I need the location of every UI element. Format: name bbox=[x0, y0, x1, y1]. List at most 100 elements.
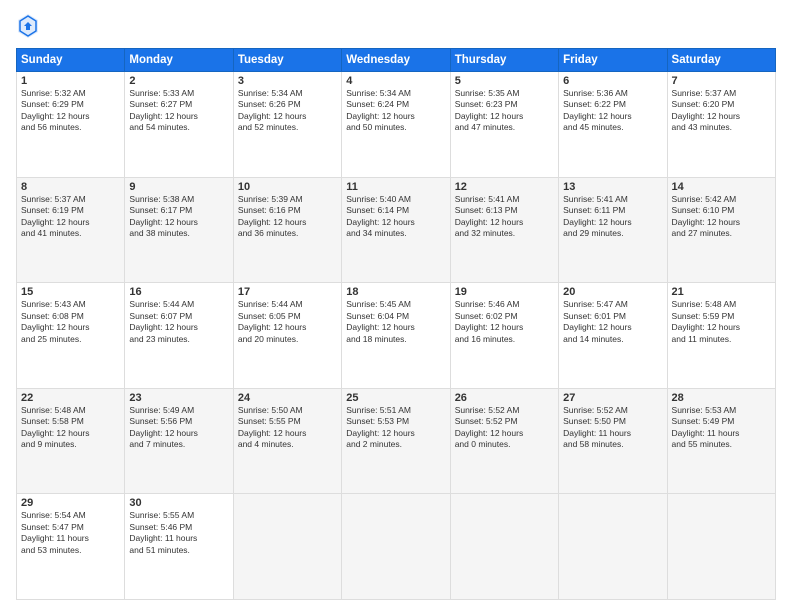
weekday-sunday: Sunday bbox=[17, 49, 125, 72]
logo bbox=[16, 12, 44, 40]
day-number: 7 bbox=[672, 75, 771, 87]
day-number: 23 bbox=[129, 392, 228, 404]
cell-text: Sunrise: 5:46 AMSunset: 6:02 PMDaylight:… bbox=[455, 299, 554, 345]
weekday-monday: Monday bbox=[125, 49, 233, 72]
calendar-cell: 21Sunrise: 5:48 AMSunset: 5:59 PMDayligh… bbox=[667, 283, 775, 389]
weekday-friday: Friday bbox=[559, 49, 667, 72]
calendar-cell: 22Sunrise: 5:48 AMSunset: 5:58 PMDayligh… bbox=[17, 388, 125, 494]
day-number: 27 bbox=[563, 392, 662, 404]
calendar-cell: 25Sunrise: 5:51 AMSunset: 5:53 PMDayligh… bbox=[342, 388, 450, 494]
calendar-cell: 24Sunrise: 5:50 AMSunset: 5:55 PMDayligh… bbox=[233, 388, 341, 494]
cell-text: Sunrise: 5:45 AMSunset: 6:04 PMDaylight:… bbox=[346, 299, 445, 345]
weekday-wednesday: Wednesday bbox=[342, 49, 450, 72]
cell-text: Sunrise: 5:33 AMSunset: 6:27 PMDaylight:… bbox=[129, 88, 228, 134]
day-number: 21 bbox=[672, 286, 771, 298]
day-number: 29 bbox=[21, 497, 120, 509]
day-number: 26 bbox=[455, 392, 554, 404]
cell-text: Sunrise: 5:39 AMSunset: 6:16 PMDaylight:… bbox=[238, 194, 337, 240]
day-number: 17 bbox=[238, 286, 337, 298]
calendar-cell: 18Sunrise: 5:45 AMSunset: 6:04 PMDayligh… bbox=[342, 283, 450, 389]
header bbox=[16, 12, 776, 40]
day-number: 2 bbox=[129, 75, 228, 87]
cell-text: Sunrise: 5:38 AMSunset: 6:17 PMDaylight:… bbox=[129, 194, 228, 240]
day-number: 9 bbox=[129, 181, 228, 193]
calendar-cell: 13Sunrise: 5:41 AMSunset: 6:11 PMDayligh… bbox=[559, 177, 667, 283]
cell-text: Sunrise: 5:53 AMSunset: 5:49 PMDaylight:… bbox=[672, 405, 771, 451]
day-number: 6 bbox=[563, 75, 662, 87]
day-number: 1 bbox=[21, 75, 120, 87]
day-number: 4 bbox=[346, 75, 445, 87]
calendar-table: SundayMondayTuesdayWednesdayThursdayFrid… bbox=[16, 48, 776, 600]
weekday-saturday: Saturday bbox=[667, 49, 775, 72]
calendar-cell: 4Sunrise: 5:34 AMSunset: 6:24 PMDaylight… bbox=[342, 72, 450, 178]
calendar-cell bbox=[667, 494, 775, 600]
calendar-cell: 20Sunrise: 5:47 AMSunset: 6:01 PMDayligh… bbox=[559, 283, 667, 389]
day-number: 20 bbox=[563, 286, 662, 298]
calendar-cell: 14Sunrise: 5:42 AMSunset: 6:10 PMDayligh… bbox=[667, 177, 775, 283]
calendar-cell: 23Sunrise: 5:49 AMSunset: 5:56 PMDayligh… bbox=[125, 388, 233, 494]
calendar-cell: 19Sunrise: 5:46 AMSunset: 6:02 PMDayligh… bbox=[450, 283, 558, 389]
cell-text: Sunrise: 5:51 AMSunset: 5:53 PMDaylight:… bbox=[346, 405, 445, 451]
calendar-cell: 28Sunrise: 5:53 AMSunset: 5:49 PMDayligh… bbox=[667, 388, 775, 494]
calendar-cell: 27Sunrise: 5:52 AMSunset: 5:50 PMDayligh… bbox=[559, 388, 667, 494]
day-number: 12 bbox=[455, 181, 554, 193]
day-number: 5 bbox=[455, 75, 554, 87]
day-number: 28 bbox=[672, 392, 771, 404]
calendar-cell: 11Sunrise: 5:40 AMSunset: 6:14 PMDayligh… bbox=[342, 177, 450, 283]
calendar-cell: 1Sunrise: 5:32 AMSunset: 6:29 PMDaylight… bbox=[17, 72, 125, 178]
day-number: 30 bbox=[129, 497, 228, 509]
calendar-cell: 5Sunrise: 5:35 AMSunset: 6:23 PMDaylight… bbox=[450, 72, 558, 178]
cell-text: Sunrise: 5:36 AMSunset: 6:22 PMDaylight:… bbox=[563, 88, 662, 134]
weekday-tuesday: Tuesday bbox=[233, 49, 341, 72]
calendar-week-5: 29Sunrise: 5:54 AMSunset: 5:47 PMDayligh… bbox=[17, 494, 776, 600]
cell-text: Sunrise: 5:40 AMSunset: 6:14 PMDaylight:… bbox=[346, 194, 445, 240]
cell-text: Sunrise: 5:41 AMSunset: 6:13 PMDaylight:… bbox=[455, 194, 554, 240]
day-number: 11 bbox=[346, 181, 445, 193]
calendar-cell bbox=[342, 494, 450, 600]
day-number: 15 bbox=[21, 286, 120, 298]
calendar-cell: 3Sunrise: 5:34 AMSunset: 6:26 PMDaylight… bbox=[233, 72, 341, 178]
cell-text: Sunrise: 5:49 AMSunset: 5:56 PMDaylight:… bbox=[129, 405, 228, 451]
weekday-thursday: Thursday bbox=[450, 49, 558, 72]
calendar-cell: 7Sunrise: 5:37 AMSunset: 6:20 PMDaylight… bbox=[667, 72, 775, 178]
cell-text: Sunrise: 5:35 AMSunset: 6:23 PMDaylight:… bbox=[455, 88, 554, 134]
day-number: 19 bbox=[455, 286, 554, 298]
cell-text: Sunrise: 5:34 AMSunset: 6:26 PMDaylight:… bbox=[238, 88, 337, 134]
calendar-cell: 10Sunrise: 5:39 AMSunset: 6:16 PMDayligh… bbox=[233, 177, 341, 283]
calendar-cell: 6Sunrise: 5:36 AMSunset: 6:22 PMDaylight… bbox=[559, 72, 667, 178]
cell-text: Sunrise: 5:47 AMSunset: 6:01 PMDaylight:… bbox=[563, 299, 662, 345]
day-number: 14 bbox=[672, 181, 771, 193]
calendar-cell: 30Sunrise: 5:55 AMSunset: 5:46 PMDayligh… bbox=[125, 494, 233, 600]
day-number: 10 bbox=[238, 181, 337, 193]
logo-icon bbox=[16, 12, 40, 40]
calendar-cell: 12Sunrise: 5:41 AMSunset: 6:13 PMDayligh… bbox=[450, 177, 558, 283]
calendar-cell: 26Sunrise: 5:52 AMSunset: 5:52 PMDayligh… bbox=[450, 388, 558, 494]
cell-text: Sunrise: 5:43 AMSunset: 6:08 PMDaylight:… bbox=[21, 299, 120, 345]
cell-text: Sunrise: 5:44 AMSunset: 6:07 PMDaylight:… bbox=[129, 299, 228, 345]
calendar-cell: 29Sunrise: 5:54 AMSunset: 5:47 PMDayligh… bbox=[17, 494, 125, 600]
cell-text: Sunrise: 5:41 AMSunset: 6:11 PMDaylight:… bbox=[563, 194, 662, 240]
cell-text: Sunrise: 5:44 AMSunset: 6:05 PMDaylight:… bbox=[238, 299, 337, 345]
calendar-week-3: 15Sunrise: 5:43 AMSunset: 6:08 PMDayligh… bbox=[17, 283, 776, 389]
day-number: 8 bbox=[21, 181, 120, 193]
cell-text: Sunrise: 5:52 AMSunset: 5:50 PMDaylight:… bbox=[563, 405, 662, 451]
calendar-cell bbox=[450, 494, 558, 600]
calendar-cell: 16Sunrise: 5:44 AMSunset: 6:07 PMDayligh… bbox=[125, 283, 233, 389]
calendar-cell: 9Sunrise: 5:38 AMSunset: 6:17 PMDaylight… bbox=[125, 177, 233, 283]
cell-text: Sunrise: 5:37 AMSunset: 6:20 PMDaylight:… bbox=[672, 88, 771, 134]
calendar-cell bbox=[233, 494, 341, 600]
cell-text: Sunrise: 5:48 AMSunset: 5:59 PMDaylight:… bbox=[672, 299, 771, 345]
cell-text: Sunrise: 5:42 AMSunset: 6:10 PMDaylight:… bbox=[672, 194, 771, 240]
cell-text: Sunrise: 5:32 AMSunset: 6:29 PMDaylight:… bbox=[21, 88, 120, 134]
cell-text: Sunrise: 5:54 AMSunset: 5:47 PMDaylight:… bbox=[21, 510, 120, 556]
weekday-header-row: SundayMondayTuesdayWednesdayThursdayFrid… bbox=[17, 49, 776, 72]
page: SundayMondayTuesdayWednesdayThursdayFrid… bbox=[0, 0, 792, 612]
day-number: 16 bbox=[129, 286, 228, 298]
cell-text: Sunrise: 5:50 AMSunset: 5:55 PMDaylight:… bbox=[238, 405, 337, 451]
day-number: 22 bbox=[21, 392, 120, 404]
day-number: 3 bbox=[238, 75, 337, 87]
calendar-week-4: 22Sunrise: 5:48 AMSunset: 5:58 PMDayligh… bbox=[17, 388, 776, 494]
cell-text: Sunrise: 5:34 AMSunset: 6:24 PMDaylight:… bbox=[346, 88, 445, 134]
cell-text: Sunrise: 5:48 AMSunset: 5:58 PMDaylight:… bbox=[21, 405, 120, 451]
calendar-cell: 15Sunrise: 5:43 AMSunset: 6:08 PMDayligh… bbox=[17, 283, 125, 389]
